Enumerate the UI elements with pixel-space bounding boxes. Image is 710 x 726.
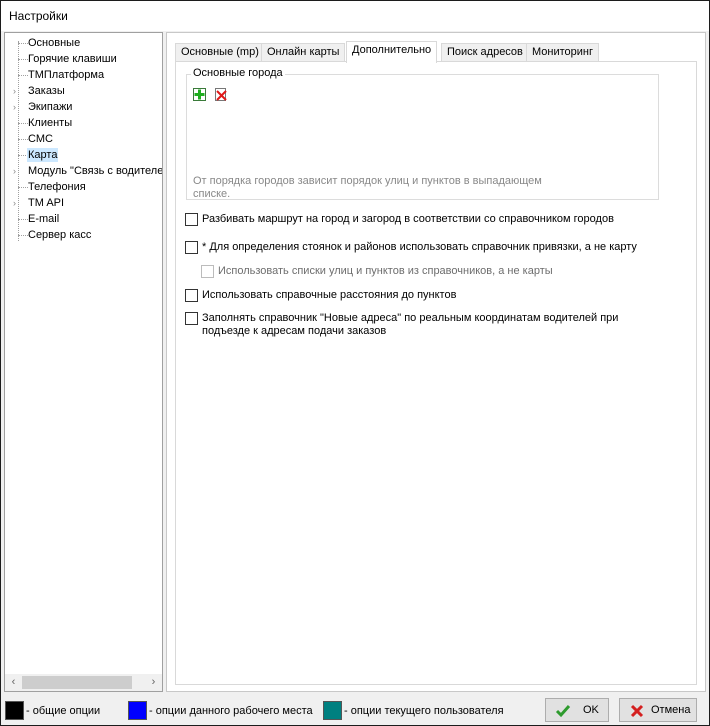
tree-item-label: Основные	[28, 37, 81, 49]
tab-label: Онлайн карты	[267, 46, 340, 58]
settings-tree[interactable]: Основные Горячие клавиши ТМПлатформа › З…	[4, 32, 163, 692]
tree-item-label: Горячие клавиши	[28, 53, 117, 65]
tree-item-map[interactable]: Карта	[5, 147, 162, 163]
tree-item-driver-module[interactable]: › Модуль "Связь с водителем"	[5, 163, 162, 179]
settings-window: Настройки Основные Горячие клавиши ТМПла…	[0, 0, 710, 726]
tree-item-telephony[interactable]: Телефония	[5, 179, 162, 195]
chevron-right-icon[interactable]: ›	[13, 167, 19, 176]
cancel-button-label: Отмена	[651, 704, 691, 716]
option-label: Использовать справочные расстояния до пу…	[202, 289, 457, 301]
tree-item-tm-api[interactable]: › TM API	[5, 195, 162, 211]
chevron-right-icon[interactable]: ›	[13, 87, 19, 96]
tab-address-search[interactable]: Поиск адресов	[441, 43, 529, 62]
tab-online-maps[interactable]: Онлайн карты	[261, 43, 346, 62]
tab-additional[interactable]: Дополнительно	[346, 41, 438, 63]
legend-label-user: - опции текущего пользователя	[344, 705, 504, 717]
delete-red-x-icon[interactable]	[215, 88, 228, 101]
checkbox[interactable]	[185, 312, 198, 325]
checkbox[interactable]	[185, 289, 198, 302]
tree-item-tmplatform[interactable]: ТМПлатформа	[5, 67, 162, 83]
option-label-line1: Заполнять справочник "Новые адреса" по р…	[202, 312, 619, 324]
checkbox[interactable]	[185, 241, 198, 254]
tree-item-label: Карта	[27, 148, 59, 162]
tree-item-sms[interactable]: СМС	[5, 131, 162, 147]
scroll-left-icon[interactable]: ‹	[5, 674, 22, 691]
tree-item-osnovnye[interactable]: Основные	[5, 35, 162, 51]
tree-item-label: Сервер касс	[28, 229, 92, 241]
tree-item-label: Заказы	[28, 85, 65, 97]
legend-swatch-user	[323, 701, 342, 720]
tree-item-crews[interactable]: › Экипажи	[5, 99, 162, 115]
tree-item-clients[interactable]: Клиенты	[5, 115, 162, 131]
legend-label-workstation: - опции данного рабочего места	[149, 705, 313, 717]
tree-item-label: TM API	[28, 197, 65, 209]
tree-item-label: E-mail	[28, 213, 60, 225]
tab-monitoring[interactable]: Мониторинг	[526, 43, 600, 62]
tab-panel-additional: Основные города От порядка городов завис…	[175, 61, 697, 685]
tree-item-label: ТМПлатформа	[28, 69, 105, 81]
option-label: * Для определения стоянок и районов испо…	[202, 241, 637, 253]
scroll-right-icon[interactable]: ›	[145, 674, 162, 691]
legend-swatch-common	[5, 701, 24, 720]
tab-label: Мониторинг	[532, 46, 594, 58]
tab-basic-mp[interactable]: Основные (mp)	[175, 43, 265, 62]
checkbox[interactable]	[185, 213, 198, 226]
option-label-line2: подъезде к адресам подачи заказов	[202, 325, 387, 337]
ok-button-label: OK	[583, 704, 599, 716]
group-title: Основные города	[191, 67, 285, 79]
main-cities-group: Основные города От порядка городов завис…	[186, 67, 659, 200]
checkmark-icon	[555, 703, 571, 719]
cities-order-hint: От порядка городов зависит порядок улиц …	[193, 175, 542, 200]
legend-swatch-workstation	[128, 701, 147, 720]
tree-item-label: Телефония	[28, 181, 86, 193]
tree-item-label: Экипажи	[28, 101, 73, 113]
tree-item-label: Модуль "Связь с водителем"	[28, 165, 162, 177]
tree-item-email[interactable]: E-mail	[5, 211, 162, 227]
tab-label: Основные (mp)	[181, 46, 259, 58]
option-label: Использовать списки улиц и пунктов из сп…	[218, 265, 553, 277]
ok-button[interactable]: OK	[545, 698, 609, 722]
window-title: Настройки	[9, 9, 68, 23]
title-bar: Настройки	[1, 1, 709, 31]
tab-label: Поиск адресов	[447, 46, 523, 58]
settings-content: Основные (mp) Онлайн карты Дополнительно…	[166, 32, 706, 692]
tab-label: Дополнительно	[352, 44, 432, 56]
scrollbar-thumb[interactable]	[22, 676, 132, 689]
add-green-plus-icon[interactable]	[193, 88, 206, 101]
option-label: Заполнять справочник "Новые адреса" по р…	[202, 312, 618, 338]
tree-item-hotkeys[interactable]: Горячие клавиши	[5, 51, 162, 67]
chevron-right-icon[interactable]: ›	[13, 103, 19, 112]
tree-item-cash-server[interactable]: Сервер касс	[5, 227, 162, 243]
legend-label-common: - общие опции	[26, 705, 101, 717]
tree-item-label: СМС	[28, 133, 53, 145]
chevron-right-icon[interactable]: ›	[13, 199, 19, 208]
close-red-x-icon	[629, 703, 645, 719]
tree-item-label: Клиенты	[28, 117, 73, 129]
tree-horizontal-scrollbar[interactable]: ‹ ›	[5, 674, 162, 691]
checkbox[interactable]	[201, 265, 214, 278]
tab-strip: Основные (mp) Онлайн карты Дополнительно…	[175, 41, 695, 63]
tree-item-orders[interactable]: › Заказы	[5, 83, 162, 99]
cancel-button[interactable]: Отмена	[619, 698, 697, 722]
option-label: Разбивать маршрут на город и загород в с…	[202, 213, 614, 225]
